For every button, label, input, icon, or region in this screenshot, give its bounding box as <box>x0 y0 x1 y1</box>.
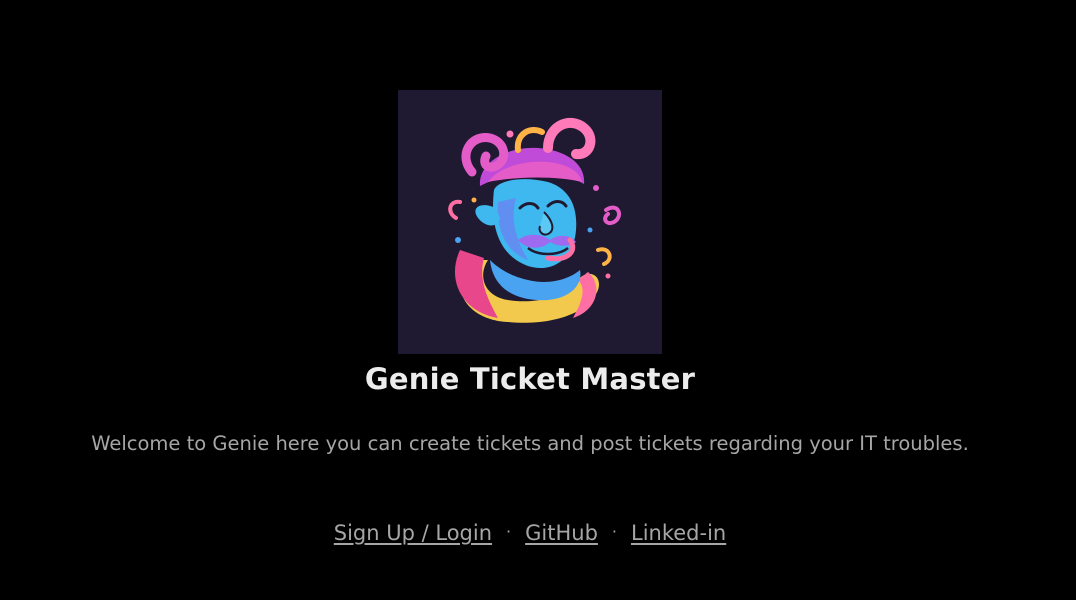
link-separator: · <box>506 522 512 541</box>
genie-logo-icon <box>398 90 662 354</box>
welcome-text: Welcome to Genie here you can create tic… <box>91 432 969 455</box>
github-link[interactable]: GitHub <box>525 521 598 545</box>
landing-page: Genie Ticket Master Welcome to Genie her… <box>0 0 1076 600</box>
linkedin-link[interactable]: Linked-in <box>631 521 726 545</box>
page-title: Genie Ticket Master <box>364 362 696 396</box>
footer-links: Sign Up / Login · GitHub · Linked-in <box>0 516 1060 549</box>
link-separator: · <box>611 522 617 541</box>
sign-up-login-link[interactable]: Sign Up / Login <box>334 521 492 545</box>
